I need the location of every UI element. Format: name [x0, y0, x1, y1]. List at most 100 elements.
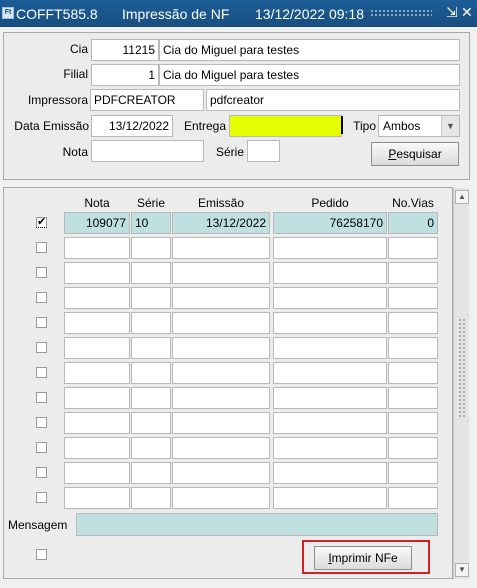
cell-nota[interactable]	[64, 312, 130, 334]
cell-emissao[interactable]	[172, 312, 270, 334]
cell-vias[interactable]	[388, 287, 438, 309]
cell-nota[interactable]	[64, 362, 130, 384]
row-checkbox[interactable]	[36, 367, 47, 378]
row-checkbox[interactable]	[36, 467, 47, 478]
cell-pedido[interactable]: 76258170	[273, 212, 387, 234]
nota-field[interactable]	[91, 140, 204, 162]
cell-pedido[interactable]	[273, 362, 387, 384]
cell-emissao[interactable]	[172, 287, 270, 309]
vertical-scrollbar[interactable]: ▲ ▼	[453, 188, 469, 579]
cell-vias[interactable]	[388, 337, 438, 359]
imprimir-nfe-button[interactable]: Imprimir NFe	[314, 546, 412, 570]
cell-nota[interactable]	[64, 262, 130, 284]
cell-serie[interactable]	[131, 387, 171, 409]
bottom-checkbox[interactable]	[36, 549, 47, 560]
cell-vias[interactable]	[388, 462, 438, 484]
cell-emissao[interactable]	[172, 237, 270, 259]
cell-pedido[interactable]	[273, 437, 387, 459]
data-emissao-label: Data Emissão	[14, 119, 89, 133]
data-emissao-field[interactable]: 13/12/2022	[91, 115, 173, 137]
cell-nota[interactable]	[64, 412, 130, 434]
scroll-down-icon[interactable]: ▼	[455, 563, 469, 577]
row-checkbox[interactable]: ✔	[36, 217, 47, 228]
cell-emissao[interactable]	[172, 337, 270, 359]
cell-serie[interactable]	[131, 487, 171, 509]
cell-serie[interactable]	[131, 412, 171, 434]
cell-nota[interactable]	[64, 387, 130, 409]
cell-vias[interactable]	[388, 412, 438, 434]
cell-serie[interactable]	[131, 287, 171, 309]
filial-label: Filial	[63, 67, 88, 81]
cell-emissao[interactable]	[172, 487, 270, 509]
cell-pedido[interactable]	[273, 487, 387, 509]
cell-serie[interactable]	[131, 262, 171, 284]
row-checkbox[interactable]	[36, 492, 47, 503]
cell-vias[interactable]	[388, 387, 438, 409]
filial-code-field[interactable]: 1	[91, 64, 159, 86]
scroll-up-icon[interactable]: ▲	[455, 190, 469, 204]
cell-serie[interactable]	[131, 462, 171, 484]
cell-serie[interactable]	[131, 237, 171, 259]
close-icon[interactable]: ✕	[461, 4, 473, 21]
cell-nota[interactable]	[64, 437, 130, 459]
cia-name-field[interactable]: Cia do Miguel para testes	[159, 39, 460, 61]
cell-serie[interactable]: 10	[131, 212, 171, 234]
cell-nota[interactable]: 109077	[64, 212, 130, 234]
impressora-label: Impressora	[27, 93, 88, 107]
row-checkbox[interactable]	[36, 342, 47, 353]
serie-field[interactable]	[247, 140, 280, 162]
row-checkbox[interactable]	[36, 417, 47, 428]
cell-serie[interactable]	[131, 362, 171, 384]
cell-nota[interactable]	[64, 337, 130, 359]
cell-pedido[interactable]	[273, 462, 387, 484]
tipo-select[interactable]: Ambos ▼	[378, 115, 460, 137]
cell-emissao[interactable]	[172, 387, 270, 409]
cell-pedido[interactable]	[273, 387, 387, 409]
row-checkbox[interactable]	[36, 242, 47, 253]
row-checkbox[interactable]	[36, 317, 47, 328]
cell-emissao[interactable]	[172, 412, 270, 434]
cell-pedido[interactable]	[273, 237, 387, 259]
row-checkbox[interactable]	[36, 442, 47, 453]
impressora-desc-field[interactable]: pdfcreator	[206, 89, 460, 111]
cell-nota[interactable]	[64, 487, 130, 509]
window-titlebar[interactable]: Ft COFFT585.8 Impressão de NF 13/12/2022…	[0, 0, 477, 27]
cell-vias[interactable]	[388, 487, 438, 509]
cell-serie[interactable]	[131, 337, 171, 359]
cell-pedido[interactable]	[273, 287, 387, 309]
cell-vias[interactable]	[388, 312, 438, 334]
chevron-down-icon[interactable]: ▼	[441, 116, 459, 136]
filial-name-field[interactable]: Cia do Miguel para testes	[159, 64, 460, 86]
row-checkbox[interactable]	[36, 392, 47, 403]
scroll-grip[interactable]	[458, 318, 466, 418]
cell-pedido[interactable]	[273, 412, 387, 434]
cell-emissao[interactable]	[172, 262, 270, 284]
cell-pedido[interactable]	[273, 262, 387, 284]
cell-nota[interactable]	[64, 287, 130, 309]
cell-nota[interactable]	[64, 462, 130, 484]
row-checkbox[interactable]	[36, 292, 47, 303]
cell-pedido[interactable]	[273, 337, 387, 359]
cell-vias[interactable]	[388, 362, 438, 384]
cell-serie[interactable]	[131, 312, 171, 334]
mensagem-field[interactable]	[76, 513, 438, 536]
row-checkbox[interactable]	[36, 267, 47, 278]
cell-nota[interactable]	[64, 237, 130, 259]
cell-serie[interactable]	[131, 437, 171, 459]
pesquisar-button[interactable]: Pesquisar	[371, 142, 459, 166]
cell-vias[interactable]	[388, 237, 438, 259]
cell-emissao[interactable]: 13/12/2022	[172, 212, 270, 234]
cell-emissao[interactable]	[172, 437, 270, 459]
col-header-nota: Nota	[84, 196, 110, 210]
cell-pedido[interactable]	[273, 312, 387, 334]
minimize-icon[interactable]: ⇲	[446, 4, 458, 21]
cell-emissao[interactable]	[172, 462, 270, 484]
col-header-pedido: Pedido	[311, 196, 349, 210]
entrega-field[interactable]	[229, 115, 342, 137]
cell-vias[interactable]	[388, 437, 438, 459]
cell-emissao[interactable]	[172, 362, 270, 384]
cia-code-field[interactable]: 11215	[91, 39, 159, 61]
cell-vias[interactable]: 0	[388, 212, 438, 234]
cell-vias[interactable]	[388, 262, 438, 284]
impressora-field[interactable]: PDFCREATOR	[90, 89, 204, 111]
